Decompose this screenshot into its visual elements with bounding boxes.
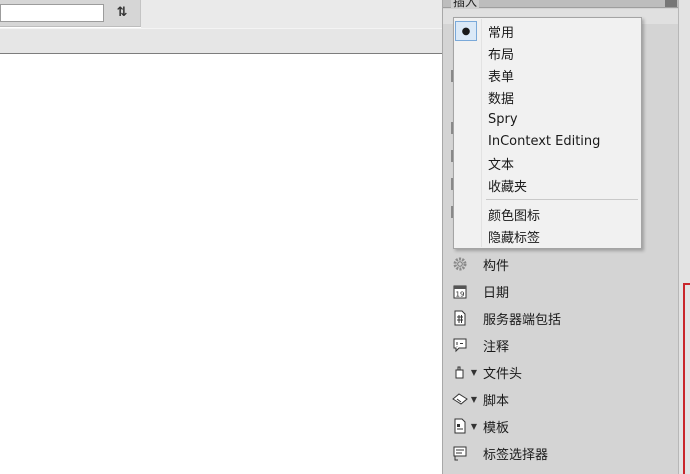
menu-check-slot bbox=[455, 153, 477, 173]
panel-item-label: 文件头 bbox=[483, 366, 523, 382]
svg-text:19: 19 bbox=[456, 291, 465, 299]
template-icon bbox=[451, 417, 469, 435]
panel-item-label: 模板 bbox=[483, 420, 510, 436]
menu-item-favorites[interactable]: 收藏夹 bbox=[454, 174, 641, 196]
panel-item-script[interactable]: ▼ 脚本 bbox=[451, 388, 509, 410]
menu-item-incontext-editing[interactable]: InContext Editing bbox=[454, 130, 641, 152]
menu-check-slot bbox=[455, 65, 477, 85]
menu-item-label: 布局 bbox=[488, 47, 515, 63]
menu-item-hide-labels[interactable]: 隐藏标签 bbox=[454, 225, 641, 247]
comment-icon bbox=[451, 336, 469, 354]
menu-item-color-icons[interactable]: 颜色图标 bbox=[454, 203, 641, 225]
search-input[interactable] bbox=[0, 4, 104, 22]
panel-item-label: 日期 bbox=[483, 285, 510, 301]
menu-item-spry[interactable]: Spry bbox=[454, 108, 641, 130]
panel-item-file-head[interactable]: ▼ 文件头 bbox=[451, 361, 522, 383]
toolbar-background bbox=[141, 0, 442, 28]
menu-item-label: Spry bbox=[488, 111, 518, 127]
menu-item-forms[interactable]: 表单 bbox=[454, 64, 641, 86]
widget-gear-icon bbox=[451, 255, 469, 273]
menu-item-text[interactable]: 文本 bbox=[454, 152, 641, 174]
panel-item-comment[interactable]: 注释 bbox=[451, 334, 509, 356]
chevron-down-icon[interactable]: ▼ bbox=[469, 395, 479, 404]
panel-header: 插入 bbox=[443, 0, 679, 10]
menu-check-slot bbox=[455, 87, 477, 107]
menu-item-label: InContext Editing bbox=[488, 133, 601, 149]
menu-item-label: 颜色图标 bbox=[488, 208, 541, 224]
left-toolbar: ⇅ bbox=[0, 0, 141, 27]
menu-check-slot bbox=[455, 109, 477, 129]
menu-item-label: 表单 bbox=[488, 69, 515, 85]
menu-item-common[interactable]: ● 常用 bbox=[454, 20, 641, 42]
panel-item-label: 标签选择器 bbox=[483, 447, 549, 463]
selected-bullet-icon: ● bbox=[455, 21, 477, 41]
highlight-marker bbox=[683, 283, 690, 474]
panel-item-label: 服务器端包括 bbox=[483, 312, 562, 328]
panel-item-widget[interactable]: 构件 bbox=[451, 253, 509, 275]
sort-icon: ⇅ bbox=[116, 5, 128, 20]
calendar-date-icon: 19 bbox=[451, 282, 469, 300]
file-head-icon bbox=[451, 363, 469, 381]
chevron-down-icon[interactable]: ▼ bbox=[469, 368, 479, 377]
document-toolbar-strip bbox=[0, 28, 442, 54]
menu-item-label: 常用 bbox=[488, 25, 515, 41]
category-dropdown-menu[interactable]: ● 常用 布局 表单 数据 Spry InContext Editing 文本 … bbox=[453, 17, 642, 249]
menu-item-label: 文本 bbox=[488, 157, 515, 173]
menu-check-slot bbox=[455, 175, 477, 195]
menu-check-slot bbox=[455, 226, 477, 246]
server-include-icon bbox=[451, 309, 469, 327]
menu-check-slot bbox=[455, 131, 477, 151]
menu-check-slot bbox=[455, 204, 477, 224]
panel-item-tag-chooser[interactable]: 标签选择器 bbox=[451, 442, 548, 464]
menu-separator bbox=[486, 199, 638, 200]
script-icon bbox=[451, 390, 469, 408]
menu-item-layout[interactable]: 布局 bbox=[454, 42, 641, 64]
chevron-down-icon[interactable]: ▼ bbox=[469, 422, 479, 431]
tag-chooser-icon bbox=[451, 444, 469, 462]
menu-item-label: 收藏夹 bbox=[488, 179, 528, 195]
panel-item-template[interactable]: ▼ 模板 bbox=[451, 415, 509, 437]
menu-item-label: 数据 bbox=[488, 91, 515, 107]
panel-item-label: 注释 bbox=[483, 339, 510, 355]
sort-button[interactable]: ⇅ bbox=[109, 3, 135, 23]
menu-item-label: 隐藏标签 bbox=[488, 230, 541, 246]
menu-check-slot bbox=[455, 43, 477, 63]
menu-item-data[interactable]: 数据 bbox=[454, 86, 641, 108]
document-canvas[interactable] bbox=[0, 55, 442, 474]
panel-options-button[interactable] bbox=[665, 0, 677, 7]
panel-item-label: 构件 bbox=[483, 258, 510, 274]
panel-item-label: 脚本 bbox=[483, 393, 510, 409]
panel-item-server-include[interactable]: 服务器端包括 bbox=[451, 307, 561, 329]
panel-item-date[interactable]: 19 日期 bbox=[451, 280, 509, 302]
